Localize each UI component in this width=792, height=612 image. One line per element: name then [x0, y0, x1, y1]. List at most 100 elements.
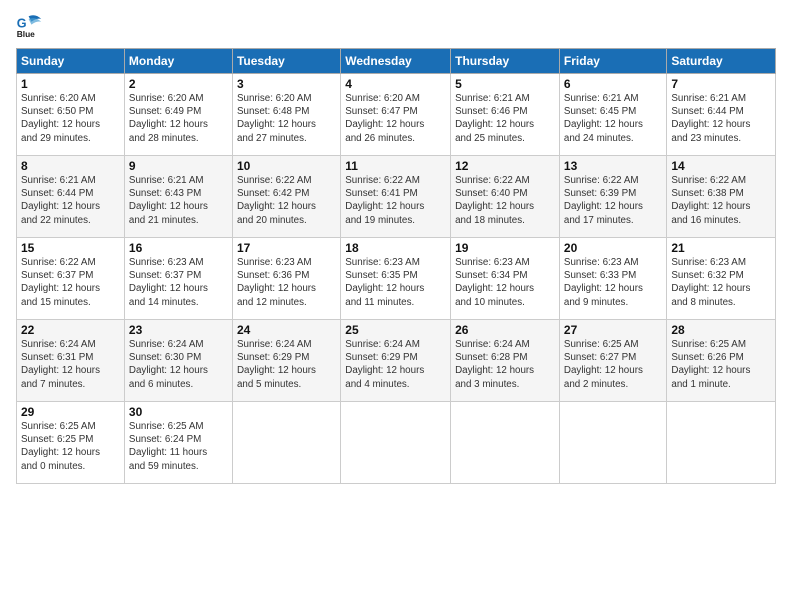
- calendar-cell-day-3: 3Sunrise: 6:20 AM Sunset: 6:48 PM Daylig…: [232, 74, 340, 156]
- day-info: Sunrise: 6:22 AM Sunset: 6:39 PM Dayligh…: [564, 174, 662, 227]
- day-number: 8: [21, 159, 120, 173]
- svg-text:G: G: [17, 16, 27, 30]
- day-info: Sunrise: 6:21 AM Sunset: 6:45 PM Dayligh…: [564, 92, 662, 145]
- calendar-cell-day-30: 30Sunrise: 6:25 AM Sunset: 6:24 PM Dayli…: [124, 402, 232, 484]
- day-info: Sunrise: 6:25 AM Sunset: 6:24 PM Dayligh…: [129, 420, 228, 473]
- calendar-cell-day-8: 8Sunrise: 6:21 AM Sunset: 6:44 PM Daylig…: [17, 156, 125, 238]
- calendar-header-thursday: Thursday: [451, 49, 560, 74]
- day-info: Sunrise: 6:21 AM Sunset: 6:44 PM Dayligh…: [21, 174, 120, 227]
- calendar-week-row: 1Sunrise: 6:20 AM Sunset: 6:50 PM Daylig…: [17, 74, 776, 156]
- day-info: Sunrise: 6:23 AM Sunset: 6:35 PM Dayligh…: [345, 256, 446, 309]
- header-row: G Blue: [16, 12, 776, 40]
- calendar-cell-day-14: 14Sunrise: 6:22 AM Sunset: 6:38 PM Dayli…: [667, 156, 776, 238]
- day-number: 24: [237, 323, 336, 337]
- calendar-cell-day-6: 6Sunrise: 6:21 AM Sunset: 6:45 PM Daylig…: [559, 74, 666, 156]
- day-number: 12: [455, 159, 555, 173]
- calendar-header-tuesday: Tuesday: [232, 49, 340, 74]
- calendar-week-row: 8Sunrise: 6:21 AM Sunset: 6:44 PM Daylig…: [17, 156, 776, 238]
- calendar-week-row: 22Sunrise: 6:24 AM Sunset: 6:31 PM Dayli…: [17, 320, 776, 402]
- calendar-cell-day-20: 20Sunrise: 6:23 AM Sunset: 6:33 PM Dayli…: [559, 238, 666, 320]
- day-number: 18: [345, 241, 446, 255]
- calendar-cell-day-5: 5Sunrise: 6:21 AM Sunset: 6:46 PM Daylig…: [451, 74, 560, 156]
- page-container: G Blue SundayMondayTuesdayWednesdayThurs…: [0, 0, 792, 492]
- day-number: 13: [564, 159, 662, 173]
- calendar-cell-empty: [667, 402, 776, 484]
- calendar-header-monday: Monday: [124, 49, 232, 74]
- calendar-cell-day-29: 29Sunrise: 6:25 AM Sunset: 6:25 PM Dayli…: [17, 402, 125, 484]
- calendar-cell-day-4: 4Sunrise: 6:20 AM Sunset: 6:47 PM Daylig…: [341, 74, 451, 156]
- day-info: Sunrise: 6:25 AM Sunset: 6:25 PM Dayligh…: [21, 420, 120, 473]
- logo: G Blue: [16, 12, 48, 40]
- day-number: 26: [455, 323, 555, 337]
- day-number: 23: [129, 323, 228, 337]
- day-number: 29: [21, 405, 120, 419]
- day-number: 7: [671, 77, 771, 91]
- day-number: 6: [564, 77, 662, 91]
- day-info: Sunrise: 6:20 AM Sunset: 6:49 PM Dayligh…: [129, 92, 228, 145]
- calendar-cell-day-24: 24Sunrise: 6:24 AM Sunset: 6:29 PM Dayli…: [232, 320, 340, 402]
- day-info: Sunrise: 6:24 AM Sunset: 6:29 PM Dayligh…: [237, 338, 336, 391]
- calendar-cell-day-16: 16Sunrise: 6:23 AM Sunset: 6:37 PM Dayli…: [124, 238, 232, 320]
- day-number: 17: [237, 241, 336, 255]
- day-info: Sunrise: 6:21 AM Sunset: 6:43 PM Dayligh…: [129, 174, 228, 227]
- day-info: Sunrise: 6:20 AM Sunset: 6:50 PM Dayligh…: [21, 92, 120, 145]
- calendar-cell-day-12: 12Sunrise: 6:22 AM Sunset: 6:40 PM Dayli…: [451, 156, 560, 238]
- day-info: Sunrise: 6:24 AM Sunset: 6:28 PM Dayligh…: [455, 338, 555, 391]
- calendar-cell-day-19: 19Sunrise: 6:23 AM Sunset: 6:34 PM Dayli…: [451, 238, 560, 320]
- day-info: Sunrise: 6:20 AM Sunset: 6:48 PM Dayligh…: [237, 92, 336, 145]
- day-number: 25: [345, 323, 446, 337]
- calendar-cell-day-17: 17Sunrise: 6:23 AM Sunset: 6:36 PM Dayli…: [232, 238, 340, 320]
- day-number: 1: [21, 77, 120, 91]
- day-number: 14: [671, 159, 771, 173]
- logo-icon: G Blue: [16, 12, 44, 40]
- day-number: 16: [129, 241, 228, 255]
- day-info: Sunrise: 6:22 AM Sunset: 6:38 PM Dayligh…: [671, 174, 771, 227]
- day-info: Sunrise: 6:20 AM Sunset: 6:47 PM Dayligh…: [345, 92, 446, 145]
- calendar-table: SundayMondayTuesdayWednesdayThursdayFrid…: [16, 48, 776, 484]
- day-number: 28: [671, 323, 771, 337]
- day-info: Sunrise: 6:25 AM Sunset: 6:27 PM Dayligh…: [564, 338, 662, 391]
- day-number: 20: [564, 241, 662, 255]
- day-number: 2: [129, 77, 228, 91]
- day-info: Sunrise: 6:22 AM Sunset: 6:42 PM Dayligh…: [237, 174, 336, 227]
- day-info: Sunrise: 6:24 AM Sunset: 6:30 PM Dayligh…: [129, 338, 228, 391]
- day-number: 5: [455, 77, 555, 91]
- day-number: 10: [237, 159, 336, 173]
- day-info: Sunrise: 6:22 AM Sunset: 6:41 PM Dayligh…: [345, 174, 446, 227]
- calendar-cell-day-27: 27Sunrise: 6:25 AM Sunset: 6:27 PM Dayli…: [559, 320, 666, 402]
- day-info: Sunrise: 6:23 AM Sunset: 6:32 PM Dayligh…: [671, 256, 771, 309]
- day-info: Sunrise: 6:21 AM Sunset: 6:44 PM Dayligh…: [671, 92, 771, 145]
- calendar-cell-empty: [451, 402, 560, 484]
- svg-text:Blue: Blue: [17, 29, 35, 39]
- day-info: Sunrise: 6:23 AM Sunset: 6:34 PM Dayligh…: [455, 256, 555, 309]
- day-number: 4: [345, 77, 446, 91]
- day-info: Sunrise: 6:25 AM Sunset: 6:26 PM Dayligh…: [671, 338, 771, 391]
- calendar-cell-day-9: 9Sunrise: 6:21 AM Sunset: 6:43 PM Daylig…: [124, 156, 232, 238]
- calendar-cell-day-28: 28Sunrise: 6:25 AM Sunset: 6:26 PM Dayli…: [667, 320, 776, 402]
- calendar-header-row: SundayMondayTuesdayWednesdayThursdayFrid…: [17, 49, 776, 74]
- calendar-cell-empty: [341, 402, 451, 484]
- day-number: 21: [671, 241, 771, 255]
- day-number: 30: [129, 405, 228, 419]
- day-number: 9: [129, 159, 228, 173]
- day-info: Sunrise: 6:23 AM Sunset: 6:36 PM Dayligh…: [237, 256, 336, 309]
- calendar-cell-day-23: 23Sunrise: 6:24 AM Sunset: 6:30 PM Dayli…: [124, 320, 232, 402]
- calendar-cell-day-1: 1Sunrise: 6:20 AM Sunset: 6:50 PM Daylig…: [17, 74, 125, 156]
- calendar-cell-day-15: 15Sunrise: 6:22 AM Sunset: 6:37 PM Dayli…: [17, 238, 125, 320]
- calendar-header-wednesday: Wednesday: [341, 49, 451, 74]
- day-info: Sunrise: 6:23 AM Sunset: 6:37 PM Dayligh…: [129, 256, 228, 309]
- calendar-cell-day-21: 21Sunrise: 6:23 AM Sunset: 6:32 PM Dayli…: [667, 238, 776, 320]
- day-number: 19: [455, 241, 555, 255]
- calendar-cell-day-7: 7Sunrise: 6:21 AM Sunset: 6:44 PM Daylig…: [667, 74, 776, 156]
- calendar-week-row: 29Sunrise: 6:25 AM Sunset: 6:25 PM Dayli…: [17, 402, 776, 484]
- calendar-header-friday: Friday: [559, 49, 666, 74]
- day-info: Sunrise: 6:21 AM Sunset: 6:46 PM Dayligh…: [455, 92, 555, 145]
- calendar-cell-empty: [232, 402, 340, 484]
- calendar-cell-day-22: 22Sunrise: 6:24 AM Sunset: 6:31 PM Dayli…: [17, 320, 125, 402]
- calendar-cell-empty: [559, 402, 666, 484]
- calendar-header-saturday: Saturday: [667, 49, 776, 74]
- day-info: Sunrise: 6:24 AM Sunset: 6:29 PM Dayligh…: [345, 338, 446, 391]
- calendar-header-sunday: Sunday: [17, 49, 125, 74]
- day-number: 3: [237, 77, 336, 91]
- calendar-cell-day-11: 11Sunrise: 6:22 AM Sunset: 6:41 PM Dayli…: [341, 156, 451, 238]
